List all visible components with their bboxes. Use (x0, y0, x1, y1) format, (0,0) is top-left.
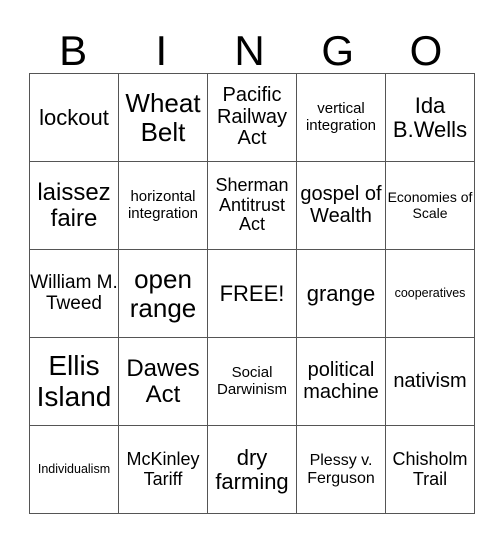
bingo-cell[interactable]: open range (118, 249, 208, 338)
board-row: lockout Wheat Belt Pacific Railway Act v… (29, 73, 475, 162)
bingo-cell[interactable]: vertical integration (296, 73, 386, 162)
header-letter-n: N (234, 27, 265, 74)
board-row: laissez faire horizontal integration She… (29, 161, 475, 250)
bingo-cell[interactable]: gospel of Wealth (296, 161, 386, 250)
bingo-cell[interactable]: Individualism (29, 425, 119, 514)
bingo-cell[interactable]: horizontal integration (118, 161, 208, 250)
free-space-cell[interactable]: FREE! (207, 249, 297, 338)
bingo-cell[interactable]: Plessy v. Ferguson (296, 425, 386, 514)
bingo-header: B I N G O (29, 28, 470, 73)
bingo-cell[interactable]: Pacific Railway Act (207, 73, 297, 162)
bingo-cell[interactable]: cooperatives (385, 249, 475, 338)
bingo-cell[interactable]: William M. Tweed (29, 249, 119, 338)
bingo-cell[interactable]: political machine (296, 337, 386, 426)
header-letter-g: G (321, 27, 355, 74)
bingo-cell[interactable]: Chisholm Trail (385, 425, 475, 514)
bingo-cell[interactable]: McKinley Tariff (118, 425, 208, 514)
bingo-cell[interactable]: grange (296, 249, 386, 338)
header-letter-i: I (155, 27, 168, 74)
bingo-cell[interactable]: Dawes Act (118, 337, 208, 426)
header-letter-b: B (59, 27, 88, 74)
board-row: Ellis Island Dawes Act Social Darwinism … (29, 337, 475, 426)
bingo-cell[interactable]: Ellis Island (29, 337, 119, 426)
bingo-cell[interactable]: nativism (385, 337, 475, 426)
bingo-cell[interactable]: Sherman Antitrust Act (207, 161, 297, 250)
bingo-cell[interactable]: lockout (29, 73, 119, 162)
bingo-cell[interactable]: dry farming (207, 425, 297, 514)
board-row: William M. Tweed open range FREE! grange… (29, 249, 475, 338)
bingo-cell[interactable]: Wheat Belt (118, 73, 208, 162)
bingo-cell[interactable]: Economies of Scale (385, 161, 475, 250)
bingo-cell[interactable]: Ida B.Wells (385, 73, 475, 162)
bingo-cell[interactable]: Social Darwinism (207, 337, 297, 426)
board-row: Individualism McKinley Tariff dry farmin… (29, 425, 475, 514)
bingo-cell[interactable]: laissez faire (29, 161, 119, 250)
bingo-board: lockout Wheat Belt Pacific Railway Act v… (29, 73, 475, 514)
header-letter-o: O (409, 27, 443, 74)
